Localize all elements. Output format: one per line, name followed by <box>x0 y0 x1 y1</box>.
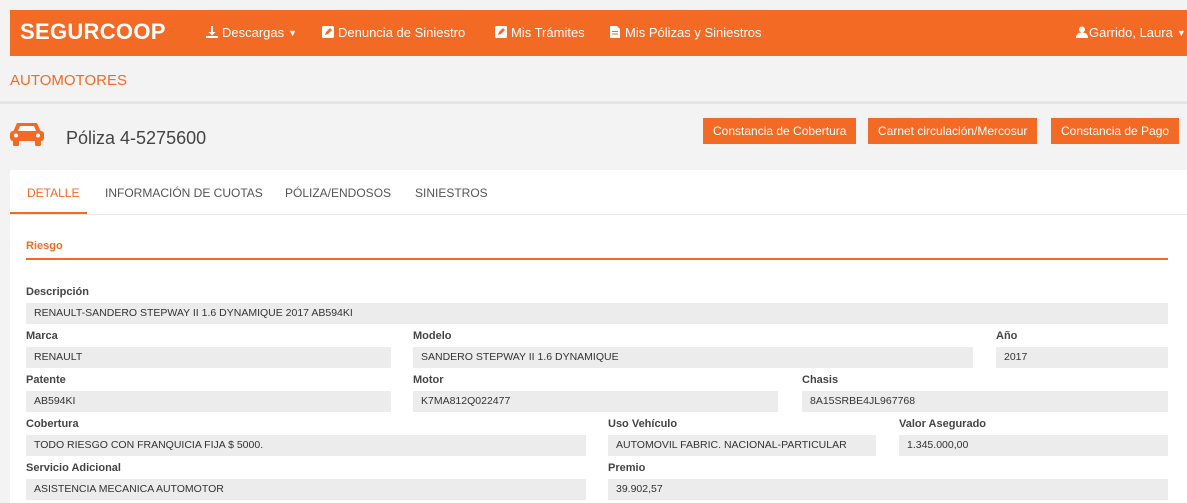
tab-informacion-cuotas[interactable]: INFORMACIÓN DE CUOTAS <box>105 186 263 200</box>
anio-label: Año <box>996 330 1018 342</box>
descripcion-value: RENAULT-SANDERO STEPWAY II 1.6 DYNAMIQUE… <box>26 303 1168 324</box>
chasis-label: Chasis <box>802 374 839 386</box>
tab-siniestros[interactable]: SINIESTROS <box>415 186 488 200</box>
cobertura-value: TODO RIESGO CON FRANQUICIA FIJA $ 5000. <box>26 435 586 456</box>
chasis-value: 8A15SRBE4JL967768 <box>802 391 1168 412</box>
edit-icon <box>322 26 334 38</box>
user-name: Garrido, Laura <box>1089 25 1173 40</box>
modelo-label: Modelo <box>413 330 452 342</box>
risk-heading: Riesgo <box>26 240 63 252</box>
user-icon <box>1076 26 1088 38</box>
brand-logo[interactable]: SEGURCOOP <box>20 19 166 45</box>
nav-mis-polizas-label: Mis Pólizas y Siniestros <box>625 25 762 40</box>
download-icon <box>206 26 218 38</box>
motor-label: Motor <box>413 374 444 386</box>
nav-denuncia-siniestro-label: Denuncia de Siniestro <box>338 25 466 40</box>
tab-bar: DETALLE INFORMACIÓN DE CUOTAS PÓLIZA/END… <box>10 170 1187 215</box>
uso-vehiculo-label: Uso Vehículo <box>608 418 678 430</box>
premio-value: 39.902,57 <box>608 479 1168 500</box>
valor-asegurado-label: Valor Asegurado <box>899 418 987 430</box>
uso-vehiculo-value: AUTOMOVIL FABRIC. NACIONAL-PARTICULAR <box>608 435 876 456</box>
policy-header: Póliza 4-5275600 Constancia de Cobertura… <box>10 106 1187 166</box>
user-menu[interactable]: Garrido, Laura ▼ <box>1076 25 1186 40</box>
policy-title: Póliza 4-5275600 <box>66 128 207 148</box>
tab-detalle[interactable]: DETALLE <box>27 186 79 200</box>
chevron-down-icon: ▼ <box>288 28 298 38</box>
chevron-down-icon: ▼ <box>1176 28 1186 38</box>
nav-mis-polizas[interactable]: Mis Pólizas y Siniestros <box>609 25 762 40</box>
descripcion-label: Descripción <box>26 286 89 298</box>
document-icon <box>610 26 620 38</box>
patente-label: Patente <box>26 374 66 386</box>
anio-value: 2017 <box>996 347 1168 368</box>
nav-mis-tramites[interactable]: Mis Trámites <box>495 25 585 40</box>
edit-icon <box>495 26 507 38</box>
tab-poliza-endosos[interactable]: PÓLIZA/ENDOSOS <box>285 186 391 200</box>
risk-heading-underline <box>26 258 1168 260</box>
top-navbar: SEGURCOOP Descargas ▼ Denuncia de Siniest… <box>10 10 1187 56</box>
nav-mis-tramites-label: Mis Trámites <box>511 25 585 40</box>
constancia-cobertura-button[interactable]: Constancia de Cobertura <box>703 118 857 144</box>
modelo-value: SANDERO STEPWAY II 1.6 DYNAMIQUE <box>413 347 973 368</box>
car-icon <box>10 123 44 146</box>
servicio-adicional-label: Servicio Adicional <box>26 462 121 474</box>
section-title: AUTOMOTORES <box>10 72 127 89</box>
motor-value: K7MA812Q022477 <box>413 391 778 412</box>
marca-value: RENAULT <box>26 347 391 368</box>
cobertura-label: Cobertura <box>26 418 79 430</box>
premio-label: Premio <box>608 462 646 474</box>
servicio-adicional-value: ASISTENCIA MECANICA AUTOMOTOR <box>26 479 586 500</box>
patente-value: AB594KI <box>26 391 391 412</box>
section-divider <box>0 101 1187 104</box>
nav-descargas-label: Descargas <box>222 25 285 40</box>
nav-descargas[interactable]: Descargas ▼ <box>206 25 297 40</box>
carnet-circulacion-button[interactable]: Carnet circulación/Mercosur <box>868 118 1038 144</box>
valor-asegurado-value: 1.345.000,00 <box>899 435 1168 456</box>
policy-detail-card: DETALLE INFORMACIÓN DE CUOTAS PÓLIZA/END… <box>10 170 1187 503</box>
marca-label: Marca <box>26 330 58 342</box>
active-tab-indicator <box>10 212 87 214</box>
nav-denuncia-siniestro[interactable]: Denuncia de Siniestro <box>322 25 465 40</box>
constancia-pago-button[interactable]: Constancia de Pago <box>1051 118 1180 144</box>
